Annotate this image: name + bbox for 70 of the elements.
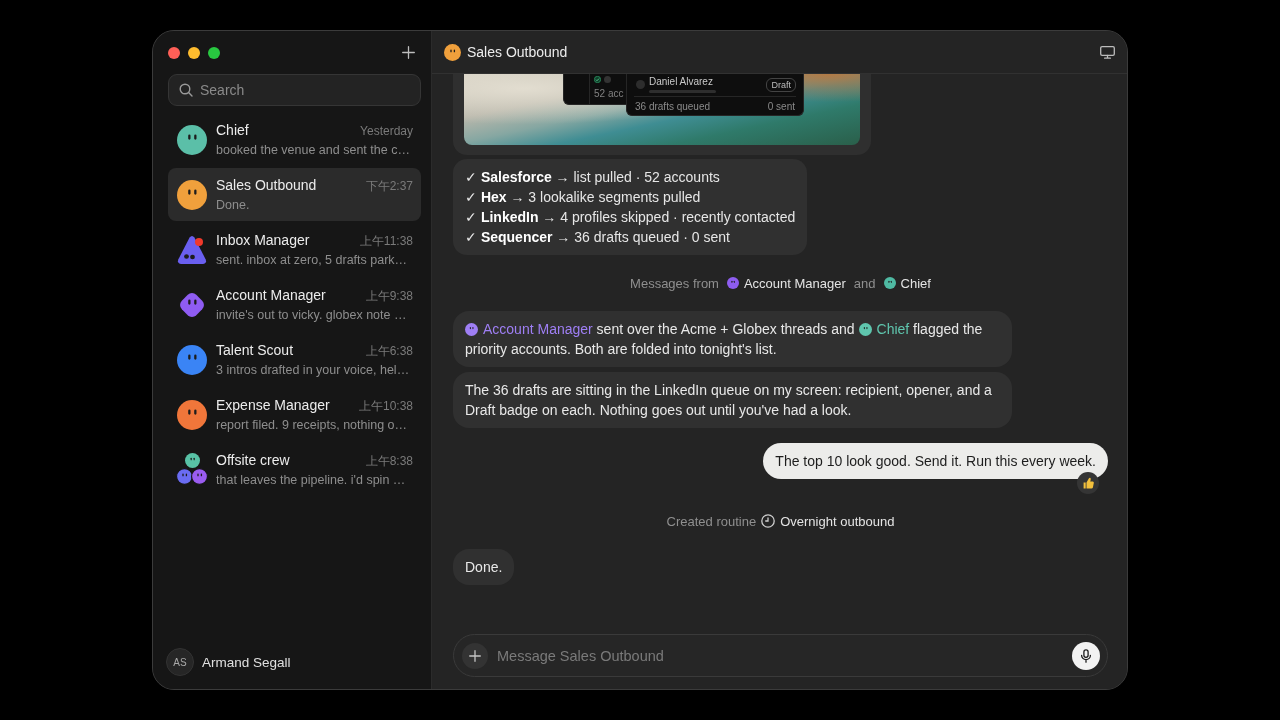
chat-time: 上午11:38 bbox=[359, 232, 413, 250]
participant-name: Account Manager bbox=[743, 275, 846, 291]
chat-preview: invite's out to vicky. globex note … bbox=[216, 306, 408, 324]
chat-preview: sent. inbox at zero, 5 drafts park… bbox=[216, 251, 409, 269]
chat-list-item[interactable]: Talent Scout 上午6:38 3 intros drafted in your voice, hel… bbox=[168, 333, 421, 386]
avatar-icon bbox=[444, 43, 461, 61]
chat-name: Account Manager bbox=[216, 285, 326, 304]
chat-list-item[interactable]: Account Manager 上午9:38 invite's out to vicky. globex note … bbox=[168, 278, 421, 331]
sent-count: 0 sent bbox=[767, 100, 795, 112]
user-initials-avatar[interactable]: AS bbox=[166, 648, 194, 676]
chat-name: Expense Manager bbox=[216, 395, 330, 414]
close-button[interactable] bbox=[168, 46, 180, 59]
checklist-line: ✓ Hex → 3 lookalike segments pulled bbox=[465, 188, 702, 207]
avatar-icon bbox=[636, 80, 645, 89]
participant-name: Chief bbox=[900, 275, 931, 291]
chat-list-item[interactable]: Chief Yesterday booked the venue and sent the c… bbox=[168, 113, 421, 166]
chat-name: Inbox Manager bbox=[216, 230, 310, 249]
chat-time: 上午6:38 bbox=[365, 342, 413, 360]
search-field[interactable]: Search bbox=[168, 74, 421, 106]
maximize-button[interactable] bbox=[208, 46, 220, 59]
message-field[interactable]: Message Sales Outbound bbox=[453, 634, 1108, 677]
avatar-icon bbox=[604, 76, 611, 83]
chat-time: 上午10:38 bbox=[358, 397, 413, 415]
chat-preview: that leaves the pipeline. i'd spin … bbox=[216, 471, 407, 489]
message-input[interactable]: Message Sales Outbound bbox=[497, 644, 1063, 667]
contact-name: Daniel Alvarez bbox=[649, 76, 713, 87]
status-badge: Draft bbox=[766, 78, 796, 92]
chat-name: Chief bbox=[216, 120, 249, 139]
checklist-line: ✓ Salesforce → list pulled · 52 accounts bbox=[465, 168, 721, 187]
chat-list-item[interactable]: Sales Outbound 下午2:37 Done. bbox=[168, 168, 421, 221]
search-icon bbox=[179, 83, 193, 97]
plus-icon[interactable] bbox=[402, 46, 415, 59]
microphone-button[interactable] bbox=[1072, 641, 1100, 670]
chat-time: Yesterday bbox=[360, 122, 413, 140]
system-label: and bbox=[853, 275, 876, 291]
system-label: Created routine bbox=[666, 513, 757, 529]
message-bubble: Account Manager sent over the Acme + Globex threads and Chief flagged the priority accounts. Both are folded into tonight's list. bbox=[453, 311, 1012, 367]
chat-time: 上午9:38 bbox=[365, 287, 413, 305]
mention-link[interactable]: Chief bbox=[858, 321, 910, 337]
plus-icon bbox=[469, 649, 481, 662]
count-label: 52 acc bbox=[594, 88, 624, 99]
microphone-icon bbox=[1079, 648, 1093, 663]
chat-preview: 3 intros drafted in your voice, hel… bbox=[216, 361, 411, 379]
mention-link[interactable]: Account Manager bbox=[465, 321, 593, 337]
chat-list-item[interactable]: Inbox Manager 上午11:38 sent. inbox at zero, 5 drafts park… bbox=[168, 223, 421, 276]
chat-list-item[interactable]: Expense Manager 上午10:38 report filed. 9 receipts, nothing o… bbox=[168, 388, 421, 441]
chat-title: Sales Outbound bbox=[467, 44, 568, 60]
checklist-line: ✓ LinkedIn → 4 profiles skipped · recently contacted bbox=[465, 208, 796, 227]
chat-time: 下午2:37 bbox=[365, 177, 413, 195]
system-label: Messages from bbox=[630, 275, 719, 291]
chat-preview: booked the venue and sent the c… bbox=[216, 141, 411, 159]
checklist-line: ✓ Sequencer → 36 drafts queued · 0 sent bbox=[465, 228, 731, 247]
queued-count: 36 drafts queued bbox=[635, 100, 711, 112]
skeleton-bar bbox=[649, 90, 716, 93]
chat-time: 上午8:38 bbox=[365, 452, 413, 470]
routine-name[interactable]: Overnight outbound bbox=[780, 513, 895, 529]
chat-name: Sales Outbound bbox=[216, 175, 317, 194]
clock-icon bbox=[761, 514, 776, 528]
monitor-icon[interactable] bbox=[1100, 45, 1115, 59]
chat-preview: report filed. 9 receipts, nothing o… bbox=[216, 416, 409, 434]
search-input[interactable]: Search bbox=[200, 80, 410, 100]
message-bubble: Done. bbox=[453, 549, 515, 585]
message-bubble: The 36 drafts are sitting in the LinkedIn queue on my screen: recipient, opener, and a Draft badge on each. Nothing goes out until you've had a look. bbox=[453, 372, 1012, 428]
chat-list-item[interactable]: Offsite crew 上午8:38 that leaves the pipeline. i'd spin … bbox=[168, 443, 421, 496]
chat-preview: Done. bbox=[216, 196, 251, 214]
user-name: Armand Segall bbox=[202, 654, 291, 670]
chat-name: Offsite crew bbox=[216, 450, 290, 469]
attach-button[interactable] bbox=[462, 642, 488, 669]
minimize-button[interactable] bbox=[188, 46, 200, 59]
chat-name: Talent Scout bbox=[216, 340, 294, 359]
